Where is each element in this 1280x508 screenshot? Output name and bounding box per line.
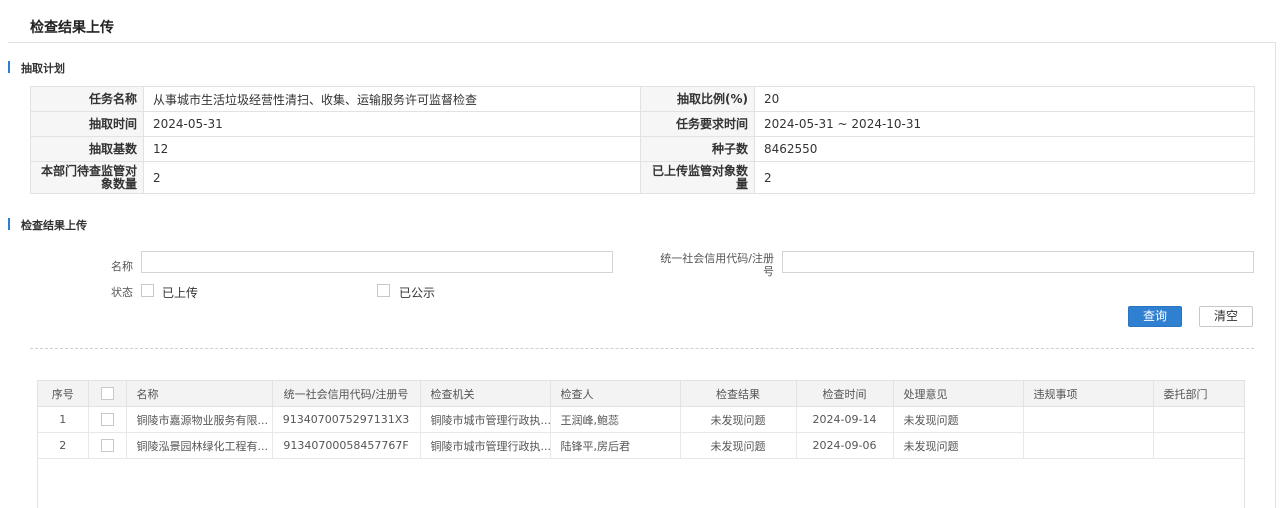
col-header-no[interactable]: 序号 — [38, 381, 89, 407]
select-all-checkbox[interactable] — [100, 387, 114, 401]
row-dept — [1153, 406, 1244, 433]
row-select[interactable] — [88, 432, 127, 459]
seed-label: 种子数 — [640, 136, 755, 162]
pending-label: 本部门待查监管对象数量 — [30, 161, 144, 194]
upload-section-title: 检查结果上传 — [8, 217, 87, 233]
req-time-label: 任务要求时间 — [640, 111, 755, 137]
row-org: 铜陵市城市管理行政执... — [420, 406, 551, 433]
query-button[interactable]: 查询 — [1128, 306, 1182, 327]
row-inspector: 陆锋平,房后君 — [550, 432, 681, 459]
base-value: 12 — [143, 136, 641, 162]
col-header-result[interactable]: 检查结果 — [680, 381, 797, 407]
pending-value: 2 — [143, 161, 641, 194]
table-row[interactable]: 2 铜陵泓景园林绿化工程有... 91340700058457767F 铜陵市城… — [38, 432, 1244, 459]
row-violation — [1023, 432, 1154, 459]
row-no: 1 — [38, 406, 89, 433]
plan-info-table: 任务名称 从事城市生活垃圾经营性清扫、收集、运输服务许可监督检查 抽取比例(%)… — [30, 86, 1255, 194]
base-label: 抽取基数 — [30, 136, 144, 162]
col-header-violation[interactable]: 违规事项 — [1023, 381, 1154, 407]
col-header-org[interactable]: 检查机关 — [420, 381, 551, 407]
row-inspector: 王润峰,鲍蕊 — [550, 406, 681, 433]
page-title: 检查结果上传 — [30, 20, 114, 36]
status-label: 状态 — [111, 286, 133, 299]
row-result: 未发现问题 — [680, 432, 797, 459]
time-value: 2024-05-31 — [143, 111, 641, 137]
col-header-credit-code[interactable]: 统一社会信用代码/注册号 — [272, 381, 421, 407]
col-header-date[interactable]: 检查时间 — [796, 381, 894, 407]
task-name-value: 从事城市生活垃圾经营性清扫、收集、运输服务许可监督检查 — [143, 86, 641, 112]
row-no: 2 — [38, 432, 89, 459]
seed-value: 8462550 — [754, 136, 1255, 162]
right-border — [1275, 42, 1276, 508]
ratio-value: 20 — [754, 86, 1255, 112]
row-name: 铜陵市嘉源物业服务有限... — [126, 406, 273, 433]
table-row[interactable]: 1 铜陵市嘉源物业服务有限... 9134070075297131X3 铜陵市城… — [38, 406, 1244, 433]
row-checkbox[interactable] — [100, 439, 114, 453]
col-header-name[interactable]: 名称 — [126, 381, 273, 407]
req-time-value: 2024-05-31 ~ 2024-10-31 — [754, 111, 1255, 137]
published-option-label[interactable]: 已公示 — [399, 284, 435, 301]
time-label: 抽取时间 — [30, 111, 144, 137]
row-org: 铜陵市城市管理行政执... — [420, 432, 551, 459]
name-label: 名称 — [111, 260, 133, 273]
row-credit-code: 91340700058457767F — [272, 432, 421, 459]
col-header-inspector[interactable]: 检查人 — [550, 381, 681, 407]
uploaded-option-label[interactable]: 已上传 — [162, 284, 198, 301]
task-name-label: 任务名称 — [30, 86, 144, 112]
row-opinion: 未发现问题 — [893, 406, 1024, 433]
uploaded-value: 2 — [754, 161, 1255, 194]
name-input[interactable] — [141, 251, 613, 273]
clear-button[interactable]: 清空 — [1199, 306, 1253, 327]
row-name: 铜陵泓景园林绿化工程有... — [126, 432, 273, 459]
col-header-dept[interactable]: 委托部门 — [1153, 381, 1244, 407]
row-select[interactable] — [88, 406, 127, 433]
uploaded-label: 已上传监管对象数量 — [640, 161, 755, 194]
row-date: 2024-09-06 — [796, 432, 894, 459]
uploaded-checkbox[interactable] — [141, 284, 154, 297]
row-violation — [1023, 406, 1154, 433]
title-divider — [8, 42, 1276, 43]
credit-code-label: 统一社会信用代码/注册号 — [660, 252, 774, 278]
col-header-select[interactable] — [88, 381, 127, 407]
ratio-label: 抽取比例(%) — [640, 86, 755, 112]
col-header-opinion[interactable]: 处理意见 — [893, 381, 1024, 407]
row-date: 2024-09-14 — [796, 406, 894, 433]
row-checkbox[interactable] — [100, 413, 114, 427]
row-opinion: 未发现问题 — [893, 432, 1024, 459]
row-credit-code: 9134070075297131X3 — [272, 406, 421, 433]
plan-section-title: 抽取计划 — [8, 60, 65, 76]
credit-code-input[interactable] — [782, 251, 1254, 273]
row-result: 未发现问题 — [680, 406, 797, 433]
published-checkbox[interactable] — [377, 284, 390, 297]
row-dept — [1153, 432, 1244, 459]
results-grid: 序号 名称 统一社会信用代码/注册号 检查机关 检查人 检查结果 检查时间 处理… — [37, 380, 1245, 508]
section-divider — [30, 348, 1254, 349]
